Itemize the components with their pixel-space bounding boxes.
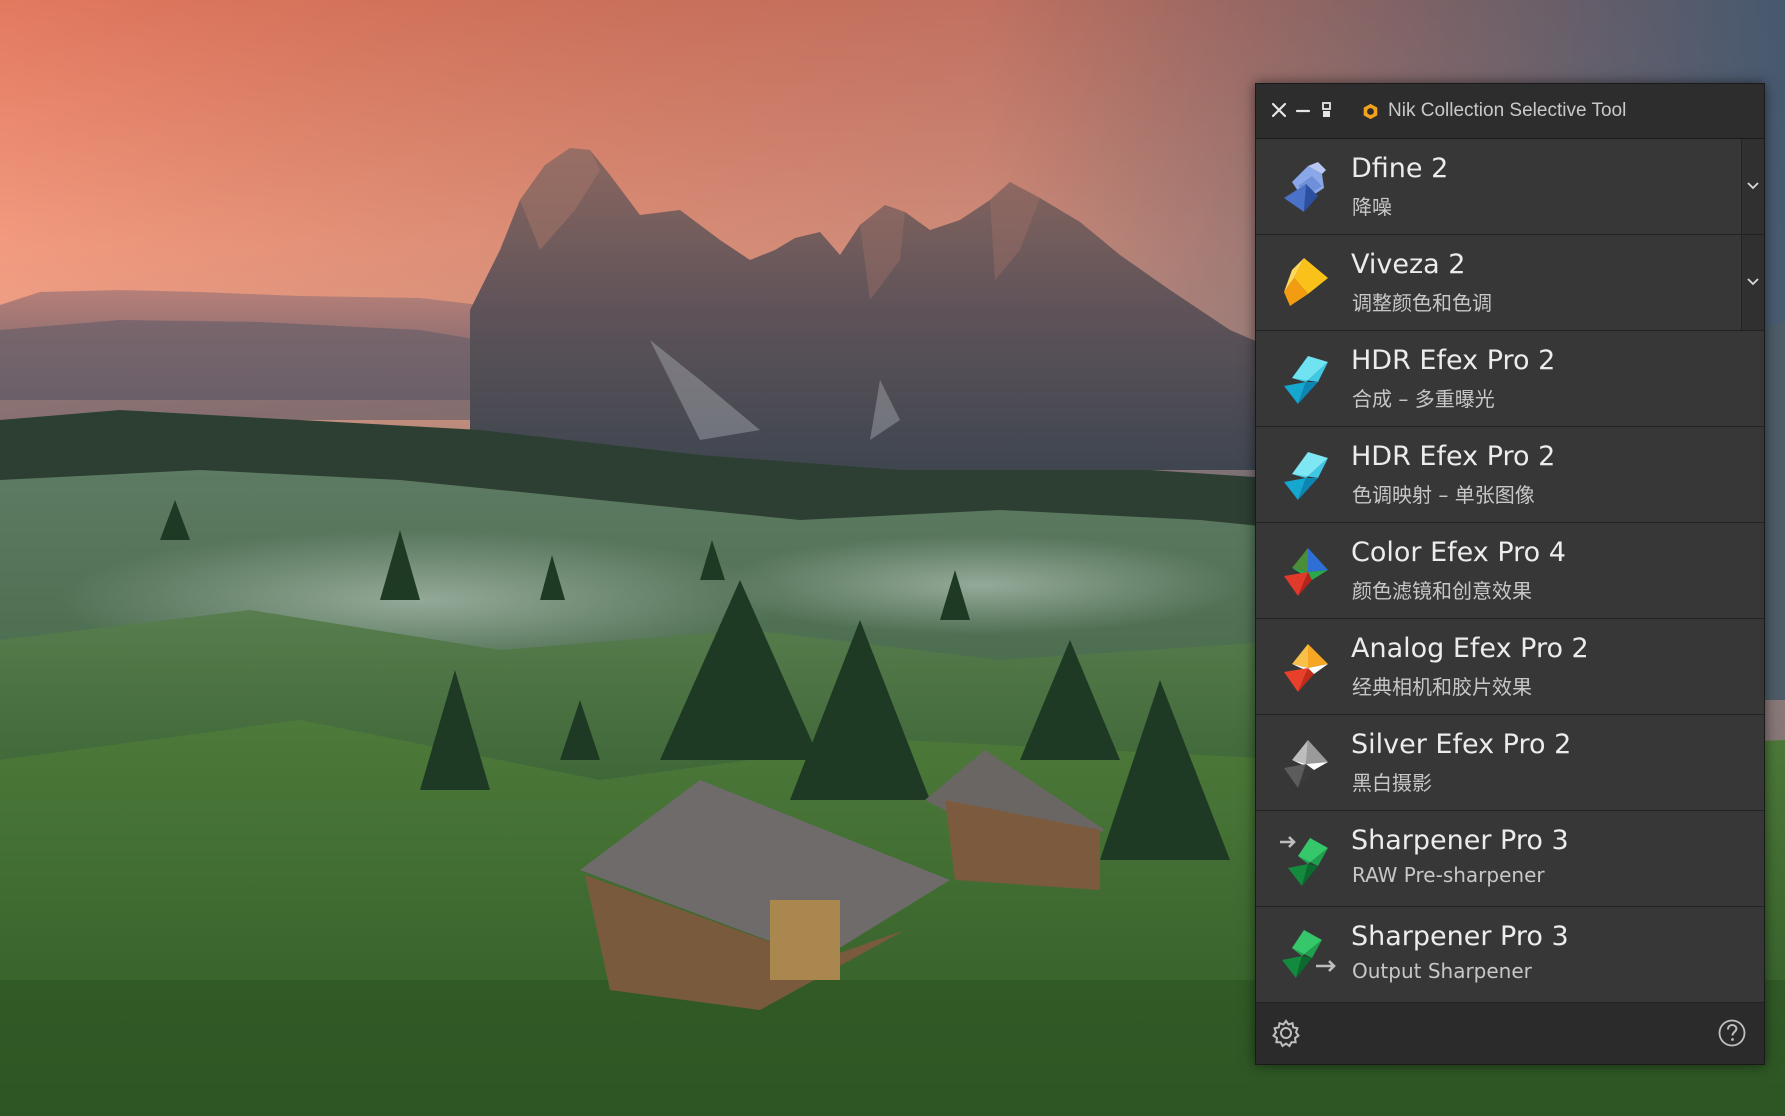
tool-name: HDR Efex Pro 2 [1351,345,1556,376]
tool-list: Dfine 2 降噪 Viveza 2 调整颜色和色调 HDR Efex Pro… [1256,139,1764,1003]
layout-toggle-icon[interactable] [1318,101,1336,119]
tool-name: Dfine 2 [1351,153,1449,184]
tool-subtitle: Output Sharpener [1352,959,1532,983]
tool-subtitle: 调整颜色和色调 [1352,291,1492,315]
tool-subtitle: RAW Pre-sharpener [1352,863,1545,887]
tool-item-hdr-merge[interactable]: HDR Efex Pro 2 合成 – 多重曝光 [1256,331,1764,427]
chevron-down-icon [1747,278,1759,286]
color-efex-icon [1284,548,1328,596]
tool-item-analog-efex[interactable]: Analog Efex Pro 2 经典相机和胶片效果 [1256,619,1764,715]
tool-item-sharpener-output[interactable]: Sharpener Pro 3 Output Sharpener [1256,907,1764,1003]
analog-efex-icon [1284,644,1328,692]
tool-item-color-efex[interactable]: Color Efex Pro 4 颜色滤镜和创意效果 [1256,523,1764,619]
silver-efex-icon [1284,740,1328,788]
help-icon[interactable] [1716,1017,1748,1049]
tool-launch-viveza[interactable]: Viveza 2 调整颜色和色调 [1256,235,1740,330]
tool-item-sharpener-raw[interactable]: Sharpener Pro 3 RAW Pre-sharpener [1256,811,1764,907]
tool-name: Viveza 2 [1351,249,1466,280]
panel-titlebar[interactable]: Nik Collection Selective Tool [1256,84,1764,139]
tool-name: Color Efex Pro 4 [1351,537,1566,568]
close-icon[interactable] [1270,101,1288,119]
tool-item-viveza[interactable]: Viveza 2 调整颜色和色调 [1256,235,1764,331]
nik-selective-tool-panel: Nik Collection Selective Tool Dfine 2 降噪 [1255,83,1765,1065]
hdr-efex-icon [1284,452,1328,500]
tool-launch-hdr-tonemap[interactable]: HDR Efex Pro 2 色调映射 – 单张图像 [1256,427,1764,522]
tool-item-dfine[interactable]: Dfine 2 降噪 [1256,139,1764,235]
nik-logo-icon [1363,103,1378,120]
tool-name: Sharpener Pro 3 [1351,921,1569,952]
tool-subtitle: 合成 – 多重曝光 [1352,387,1495,411]
sharpener-raw-icon [1280,836,1328,886]
panel-footer [1256,1003,1764,1064]
tool-subtitle: 黑白摄影 [1352,771,1432,795]
gear-icon[interactable] [1270,1017,1302,1049]
tool-launch-sharpener-raw[interactable]: Sharpener Pro 3 RAW Pre-sharpener [1256,811,1764,906]
tool-launch-dfine[interactable]: Dfine 2 降噪 [1256,139,1740,234]
dfine-icon [1284,162,1326,212]
tool-subtitle: 降噪 [1352,195,1392,219]
tool-subtitle: 色调映射 – 单张图像 [1352,483,1535,507]
tool-launch-silver-efex[interactable]: Silver Efex Pro 2 黑白摄影 [1256,715,1764,810]
sharpener-output-icon [1282,930,1336,978]
tool-launch-hdr-merge[interactable]: HDR Efex Pro 2 合成 – 多重曝光 [1256,331,1764,426]
minimize-icon[interactable] [1294,101,1312,119]
panel-title: Nik Collection Selective Tool [1388,100,1627,121]
chevron-down-icon [1747,182,1759,190]
tool-name: Silver Efex Pro 2 [1351,729,1572,760]
tool-name: HDR Efex Pro 2 [1351,441,1556,472]
desktop-background: Nik Collection Selective Tool Dfine 2 降噪 [0,0,1785,1116]
tool-launch-sharpener-output[interactable]: Sharpener Pro 3 Output Sharpener [1256,907,1764,1002]
tool-subtitle: 经典相机和胶片效果 [1352,675,1532,699]
tool-item-hdr-tonemap[interactable]: HDR Efex Pro 2 色调映射 – 单张图像 [1256,427,1764,523]
tool-subtitle: 颜色滤镜和创意效果 [1352,579,1532,603]
viveza-dropdown-button[interactable] [1741,235,1764,330]
viveza-icon [1284,258,1328,306]
dfine-dropdown-button[interactable] [1741,139,1764,234]
tool-item-silver-efex[interactable]: Silver Efex Pro 2 黑白摄影 [1256,715,1764,811]
tool-launch-color-efex[interactable]: Color Efex Pro 4 颜色滤镜和创意效果 [1256,523,1764,618]
tool-name: Analog Efex Pro 2 [1351,633,1589,664]
hdr-efex-icon [1284,356,1328,404]
tool-launch-analog-efex[interactable]: Analog Efex Pro 2 经典相机和胶片效果 [1256,619,1764,714]
tool-name: Sharpener Pro 3 [1351,825,1569,856]
